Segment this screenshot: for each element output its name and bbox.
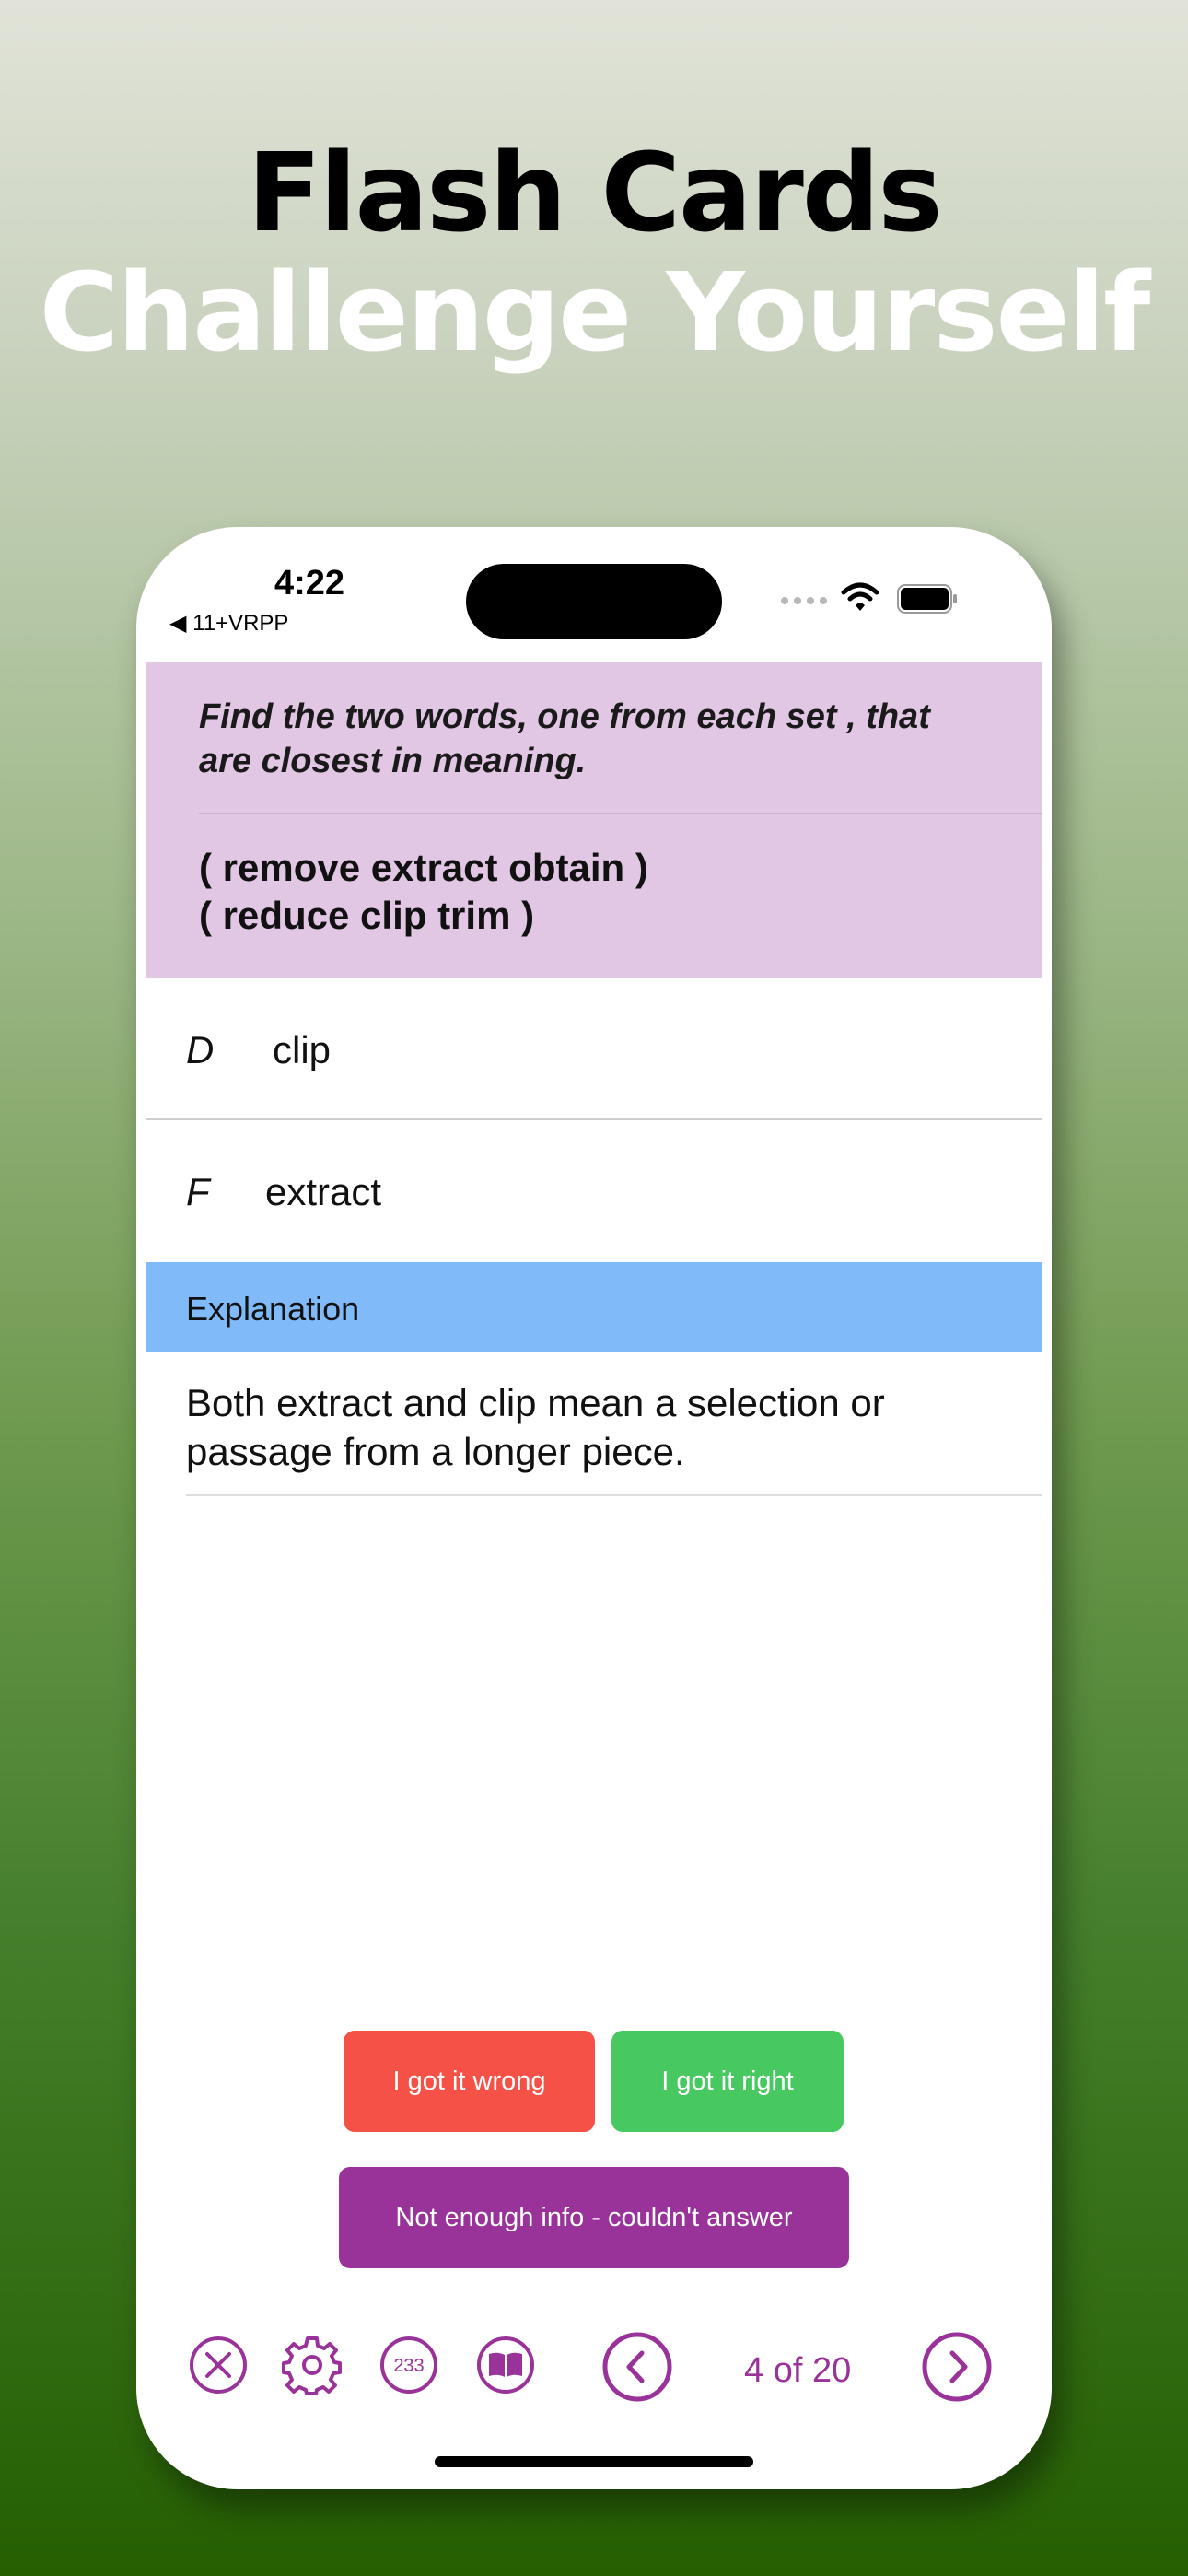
previous-card-icon[interactable]: [601, 2331, 673, 2403]
cellular-signal-icon: [781, 597, 827, 604]
answer-word: extract: [265, 1170, 382, 1213]
status-time: 4:22: [274, 564, 345, 603]
phone-frame: 4:22 ◀ 11+VRPP Find the two words, one f…: [136, 527, 1052, 2489]
book-icon[interactable]: [475, 2335, 536, 2395]
gear-icon[interactable]: [282, 2335, 343, 2395]
answer-row: F extract: [146, 1120, 1042, 1262]
got-it-wrong-button[interactable]: I got it wrong: [344, 2031, 595, 2132]
answer-word: clip: [273, 1028, 332, 1071]
question-prompt: Find the two words, one from each set , …: [199, 697, 930, 780]
answer-letter: D: [186, 1028, 215, 1071]
counter-badge-icon[interactable]: 233: [379, 2335, 439, 2395]
word-set-2: ( reduce clip trim ): [199, 894, 535, 937]
answer-letter: F: [186, 1170, 210, 1213]
home-indicator[interactable]: [435, 2456, 753, 2467]
got-it-right-button[interactable]: I got it right: [611, 2031, 844, 2132]
not-enough-info-button[interactable]: Not enough info - couldn't answer: [339, 2167, 849, 2268]
dynamic-island: [466, 564, 722, 639]
hero-subtitle: Challenge Yourself: [39, 249, 1151, 376]
question-card: Find the two words, one from each set , …: [146, 662, 1042, 978]
counter-badge-value: 233: [393, 2356, 424, 2376]
divider: [199, 813, 1042, 814]
close-icon[interactable]: [188, 2335, 249, 2395]
answer-row: D clip: [146, 978, 1042, 1120]
page-indicator: 4 of 20: [744, 2351, 852, 2390]
back-to-app-link[interactable]: ◀ 11+VRPP: [169, 610, 288, 637]
explanation-text: Both extract and clip mean a selection o…: [186, 1381, 885, 1473]
wifi-icon: [841, 582, 879, 611]
hero-title: Flash Cards: [247, 129, 942, 256]
divider: [186, 1494, 1042, 1496]
word-set-1: ( remove extract obtain ): [199, 846, 648, 889]
battery-icon: [897, 584, 957, 614]
explanation-label: Explanation: [186, 1290, 360, 1328]
explanation-header: Explanation: [146, 1262, 1042, 1352]
next-card-icon[interactable]: [921, 2331, 993, 2403]
